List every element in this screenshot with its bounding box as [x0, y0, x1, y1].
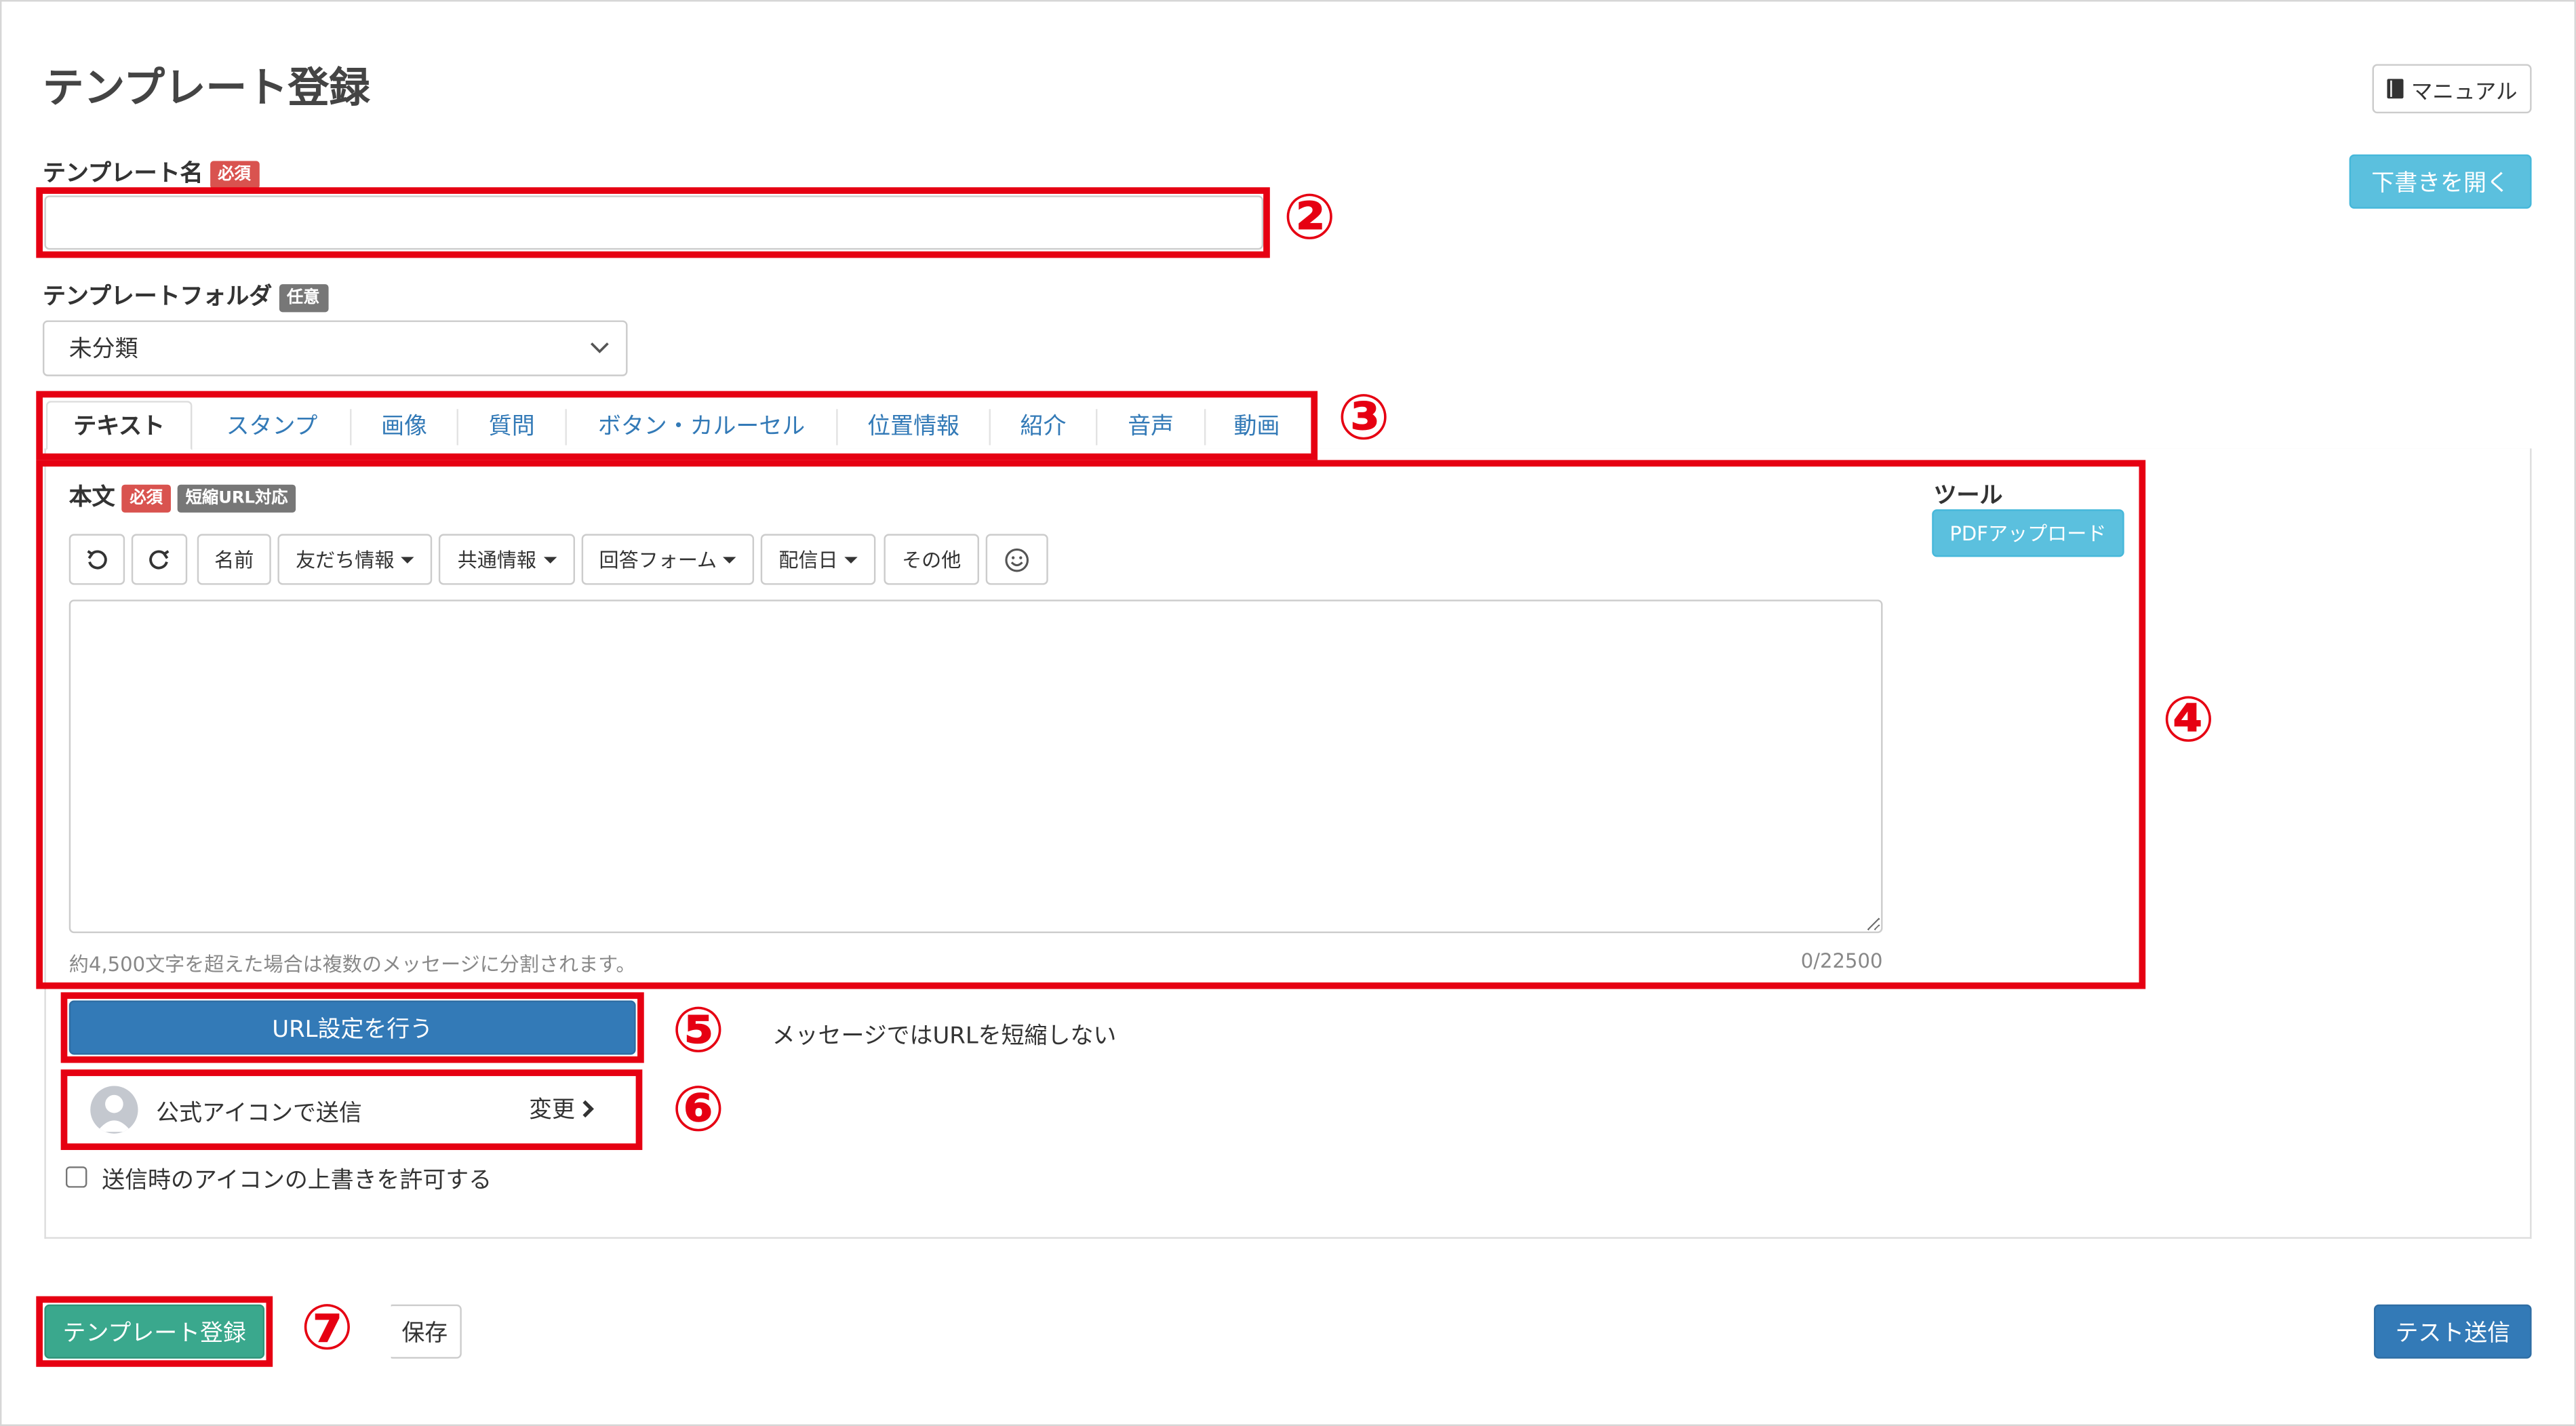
page-title: テンプレート登録: [42, 64, 370, 112]
template-folder-label: テンプレートフォルダ 任意: [43, 279, 328, 312]
test-send-button[interactable]: テスト送信: [2373, 1304, 2532, 1359]
annotation-2: ②: [1283, 180, 1336, 254]
folder-select[interactable]: 未分類: [42, 320, 628, 376]
page-stage: テンプレート登録 マニュアル 下書きを開く テンプレート名 必須 ② テンプレート…: [0, 0, 2576, 1426]
annotation-3: ③: [1337, 381, 1391, 454]
annotation-7: ⑦: [300, 1291, 354, 1364]
allow-icon-override-label: 送信時のアイコンの上書きを許可する: [102, 1168, 492, 1195]
save-button[interactable]: 保存: [387, 1304, 462, 1359]
folder-select-value: 未分類: [68, 336, 138, 363]
allow-icon-override-checkbox[interactable]: [65, 1166, 87, 1188]
chevron-down-icon: [590, 342, 609, 354]
required-badge: 必須: [210, 160, 259, 189]
open-draft-button[interactable]: 下書きを開く: [2349, 154, 2532, 209]
highlight-box-4: [36, 460, 2146, 989]
annotation-5: ⑤: [671, 993, 725, 1067]
annotation-6: ⑥: [671, 1073, 725, 1145]
highlight-box-2: [36, 187, 1270, 258]
highlight-box-3: [36, 391, 1318, 460]
optional-badge: 任意: [278, 283, 328, 312]
highlight-box-7: [36, 1296, 273, 1367]
template-name-label: テンプレート名 必須: [43, 156, 259, 189]
url-shortening-note: メッセージではURLを短縮しない: [772, 1023, 1117, 1050]
manual-button-label: マニュアル: [2411, 79, 2518, 104]
highlight-box-5: [60, 992, 644, 1063]
annotation-4: ④: [2162, 683, 2215, 756]
highlight-box-6: [60, 1069, 643, 1150]
manual-button[interactable]: マニュアル: [2372, 64, 2532, 114]
book-icon: [2386, 79, 2403, 99]
